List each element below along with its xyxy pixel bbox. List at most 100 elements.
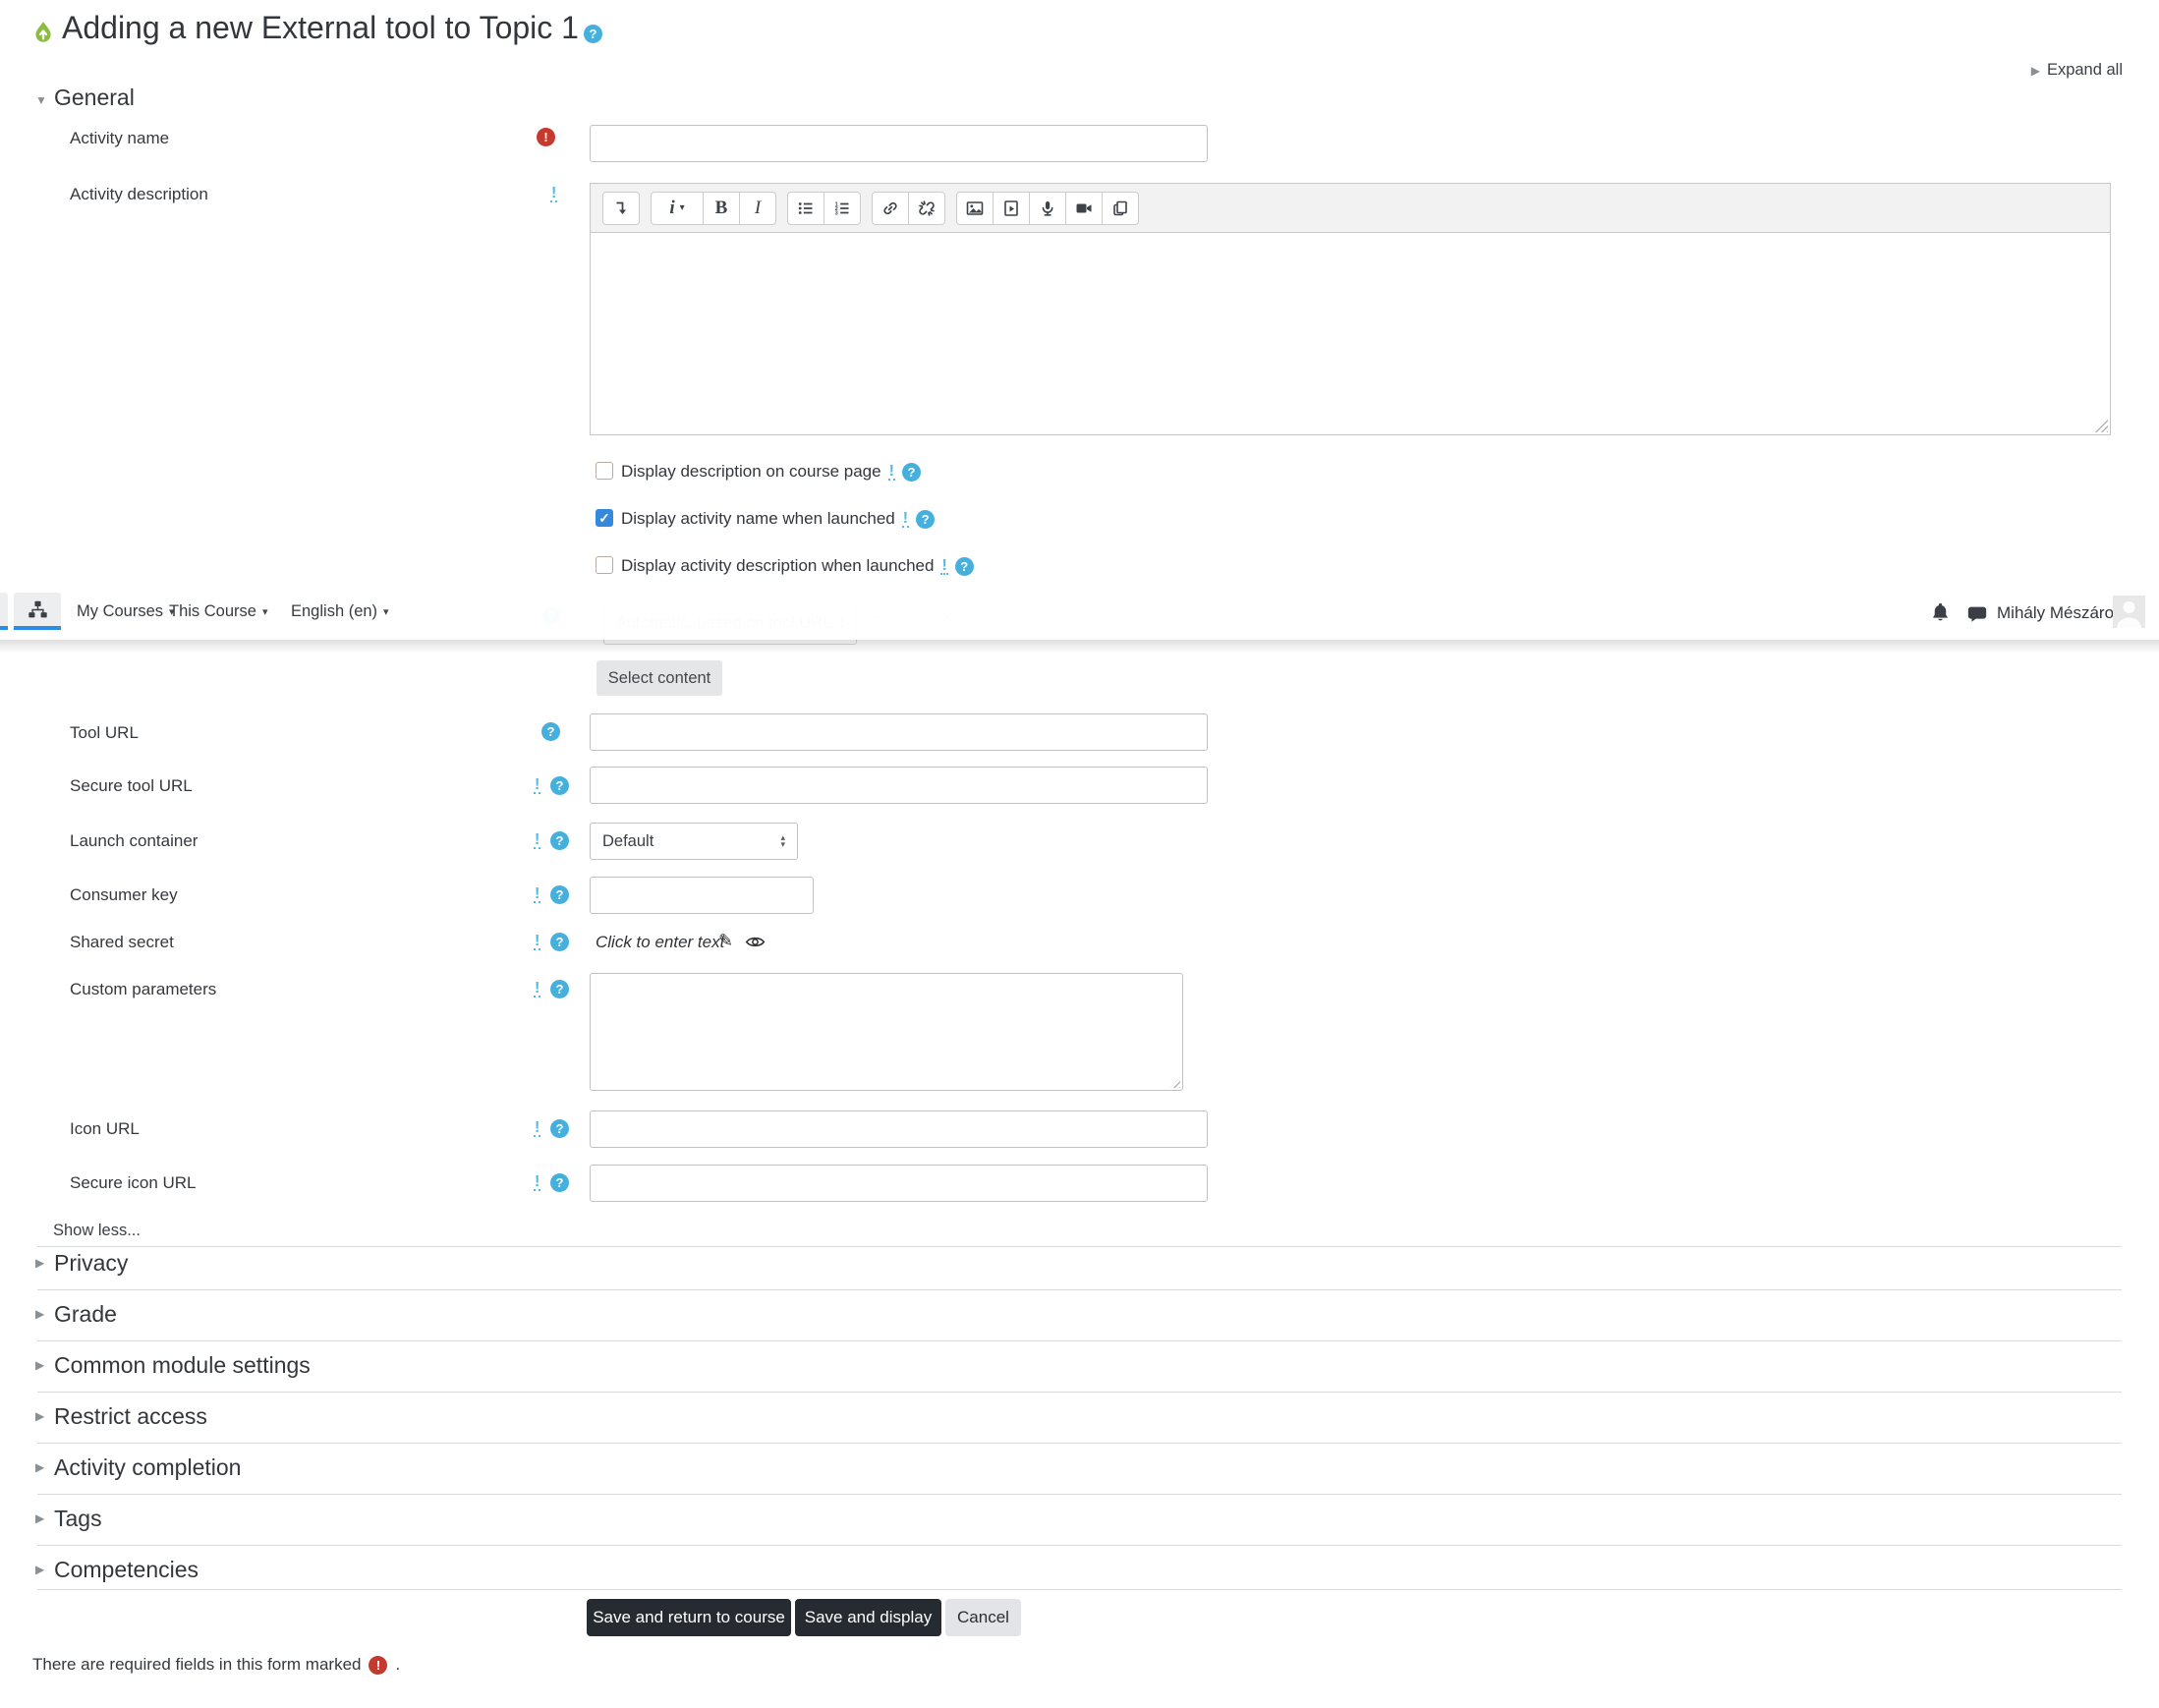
display-activity-name-row: Display activity name when launched ! ? [621,509,936,529]
section-grade[interactable]: ▶ Grade [0,1301,2159,1340]
help-icon[interactable]: ? [550,1173,569,1192]
section-heading-general[interactable]: General [54,85,135,111]
triangle-right-icon: ▶ [35,1307,45,1321]
insert-image-icon[interactable] [956,191,994,225]
editor-content-area[interactable] [590,233,2111,435]
select-content-button[interactable]: Select content [597,660,722,696]
bold-icon[interactable]: B [703,191,740,225]
eye-icon[interactable] [745,935,766,949]
divider [37,1289,2122,1290]
collapse-triangle-icon[interactable]: ▼ [35,94,47,106]
editor-toolbar: i ▾ B I 123 [590,183,2111,233]
activity-name-input[interactable] [590,125,1208,162]
notifications-bell-icon[interactable] [1929,601,1952,624]
italic-icon[interactable]: I [739,191,776,225]
triangle-right-icon: ▶ [35,1358,45,1372]
manage-files-icon[interactable] [1102,191,1139,225]
save-and-display-button[interactable]: Save and display [795,1599,941,1636]
caret-down-icon: ▾ [383,605,389,618]
secure-tool-url-input[interactable] [590,767,1208,804]
divider [37,1443,2122,1444]
divider [37,1340,2122,1341]
grouped-setting-icon: ! [534,831,541,849]
grouped-setting-icon: ! [534,980,541,997]
grouped-setting-icon: ! [940,556,948,575]
divider [37,1589,2122,1590]
shared-secret-value[interactable]: Click to enter text [596,933,724,952]
icon-url-input[interactable] [590,1110,1208,1148]
record-audio-icon[interactable] [1029,191,1066,225]
help-icon[interactable]: ? [916,509,936,529]
link-icon[interactable] [872,191,909,225]
help-icon[interactable]: ? [584,25,602,43]
display-description-checkbox[interactable] [596,462,613,480]
help-icon[interactable]: ? [550,980,569,998]
check-icon: ✓ [598,509,610,526]
insert-media-icon[interactable] [993,191,1030,225]
resize-handle[interactable] [1169,1077,1180,1088]
ordered-list-icon[interactable]: 123 [824,191,861,225]
launch-container-select[interactable]: Default ▴ ▾ [590,823,798,860]
avatar[interactable] [2113,596,2145,628]
help-icon[interactable]: ? [954,556,974,576]
navbar: My Courses ▾ This Course ▾ English (en) … [0,593,2159,640]
resize-handle[interactable] [2094,419,2108,432]
help-icon[interactable]: ? [541,722,560,741]
tool-url-label: Tool URL [70,723,139,742]
divider [37,1392,2122,1393]
pencil-icon[interactable]: ✎ [718,931,733,951]
external-tool-activity-icon [30,21,56,46]
cancel-button[interactable]: Cancel [945,1599,1021,1636]
activity-name-label: Activity name [70,129,170,147]
section-restrict-access[interactable]: ▶ Restrict access [0,1403,2159,1443]
show-less-link[interactable]: Show less... [53,1222,141,1240]
nav-this-course[interactable]: This Course ▾ [169,593,267,630]
help-icon[interactable]: ? [550,776,569,795]
triangle-right-icon: ▶ [35,1563,45,1576]
messages-icon[interactable] [1966,603,1988,625]
grouped-setting-icon: ! [901,509,910,528]
divider [37,1246,2122,1247]
navbar-shadow [0,640,2159,654]
user-name[interactable]: Mihály Mészáros [1997,603,2123,623]
record-video-icon[interactable] [1065,191,1103,225]
display-activity-name-checkbox[interactable]: ✓ [596,509,613,527]
help-icon[interactable]: ? [550,933,569,951]
section-common-module-settings[interactable]: ▶ Common module settings [0,1352,2159,1392]
nav-language-menu[interactable]: English (en) ▾ [291,593,389,630]
grouped-setting-icon: ! [550,185,558,202]
nav-partial-button[interactable] [0,593,8,630]
secure-tool-url-label: Secure tool URL [70,776,193,795]
section-privacy[interactable]: ▶ Privacy [0,1250,2159,1289]
triangle-right-icon: ▶ [35,1460,45,1474]
save-and-return-button[interactable]: Save and return to course [587,1599,791,1636]
unordered-list-icon[interactable] [787,191,824,225]
consumer-key-label: Consumer key [70,885,178,904]
select-arrows-icon: ▴ ▾ [780,832,785,849]
help-icon[interactable]: ? [901,462,921,482]
page-title: Adding a new External tool to Topic 1 [62,10,579,45]
display-description-row: Display description on course page ! ? [621,462,921,482]
custom-parameters-textarea[interactable] [590,973,1183,1091]
required-fields-note: There are required fields in this form m… [32,1655,401,1675]
secure-icon-url-input[interactable] [590,1165,1208,1202]
help-icon[interactable]: ? [550,831,569,850]
grouped-setting-icon: ! [887,462,895,481]
paragraph-styles-icon[interactable]: i ▾ [651,191,704,225]
tool-url-input[interactable] [590,713,1208,751]
required-icon: ! [537,128,555,146]
sitemap-icon[interactable] [14,593,61,630]
section-tags[interactable]: ▶ Tags [0,1506,2159,1545]
display-activity-description-checkbox[interactable] [596,556,613,574]
consumer-key-input[interactable] [590,877,814,914]
activity-description-label: Activity description [70,185,208,203]
expand-all-link[interactable]: ▶ Expand all [2031,61,2123,80]
collapse-toolbar-icon[interactable] [602,191,640,225]
help-icon[interactable]: ? [550,1119,569,1138]
nav-my-courses[interactable]: My Courses ▾ [77,593,175,630]
unlink-icon[interactable] [908,191,945,225]
caret-down-icon: ▾ [261,605,268,618]
help-icon[interactable]: ? [550,885,569,904]
section-activity-completion[interactable]: ▶ Activity completion [0,1454,2159,1494]
section-competencies[interactable]: ▶ Competencies [0,1557,2159,1596]
